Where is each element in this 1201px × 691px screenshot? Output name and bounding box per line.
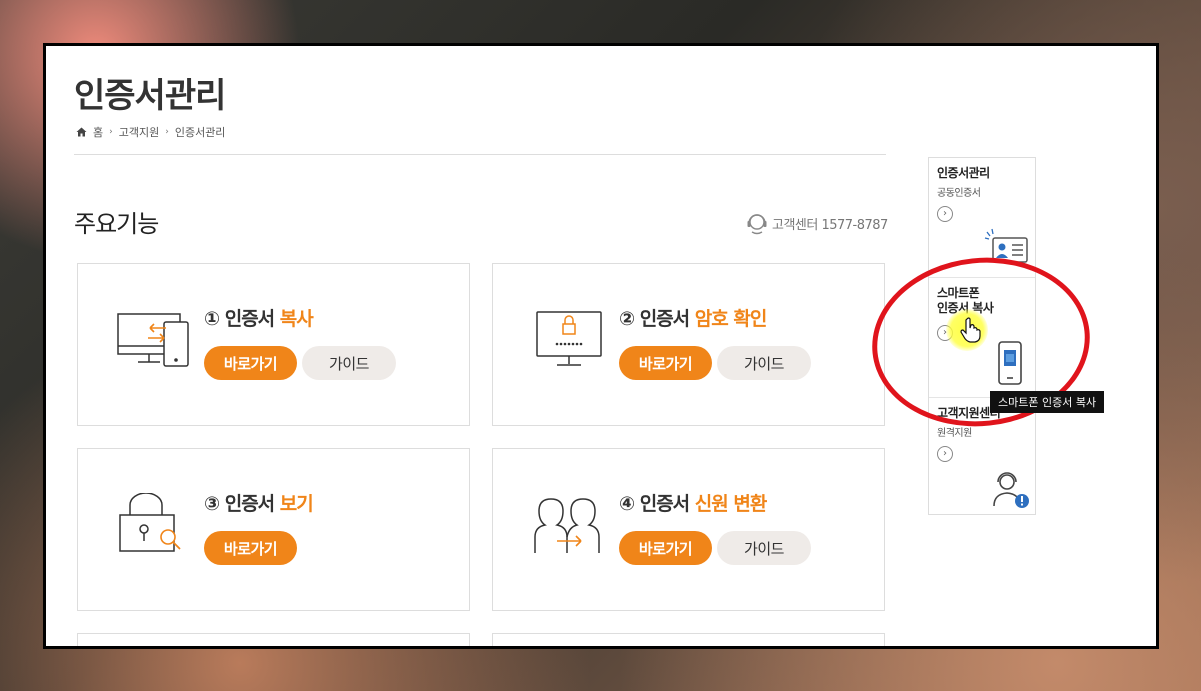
tooltip: 스마트폰 인증서 복사 [990, 391, 1105, 413]
card-title: ① 인증서 복사 [204, 308, 314, 330]
quick-menu-subtitle: 공동인증서 [937, 188, 981, 199]
customer-center: 고객센터 1577-8787 [744, 210, 888, 236]
card-partial [77, 633, 470, 646]
quick-menu-title: 인증서관리 [937, 166, 990, 180]
breadcrumb-current: 인증서관리 [174, 126, 226, 139]
lock-search-icon [119, 493, 181, 552]
customer-center-number: 고객센터 1577-8787 [772, 217, 888, 233]
monitor-transfer-icon [117, 313, 189, 367]
title-divider [74, 154, 886, 155]
breadcrumb: 홈 › 고객지원 › 인증서관리 [76, 124, 225, 140]
chevron-right-icon[interactable]: › [937, 446, 953, 462]
identity-change-guide-button[interactable]: 가이드 [717, 531, 811, 565]
copy-go-button[interactable]: 바로가기 [204, 346, 297, 380]
home-icon[interactable] [76, 127, 87, 137]
password-check-go-button[interactable]: 바로가기 [619, 346, 712, 380]
quick-menu-item-support-center[interactable]: 고객지원센터 원격지원 › [929, 398, 1035, 517]
breadcrumb-support[interactable]: 고객지원 [119, 124, 159, 140]
browser-screen: 인증서관리 홈 › 고객지원 › 인증서관리 주요기능 고객센터 1577-87… [43, 43, 1159, 649]
quick-menu-item-cert-management[interactable]: 인증서관리 공동인증서 › [929, 158, 1035, 278]
card-title: ④ 인증서 신원 변환 [619, 493, 767, 515]
headset-icon [747, 214, 767, 235]
page-title: 인증서관리 [74, 76, 226, 116]
card-password-check: ② 인증서 암호 확인 바로가기 가이드 [492, 263, 885, 426]
view-go-button[interactable]: 바로가기 [204, 531, 297, 565]
identity-change-go-button[interactable]: 바로가기 [619, 531, 712, 565]
section-title: 주요기능 [74, 210, 159, 238]
people-arrow-icon [534, 498, 600, 553]
card-title: ③ 인증서 보기 [204, 493, 314, 515]
hand-cursor-icon [960, 317, 981, 343]
support-agent-icon [993, 472, 1029, 508]
card-identity-change: ④ 인증서 신원 변환 바로가기 가이드 [492, 448, 885, 611]
card-view: ③ 인증서 보기 바로가기 [77, 448, 470, 611]
copy-guide-button[interactable]: 가이드 [302, 346, 396, 380]
card-partial [492, 633, 885, 646]
breadcrumb-separator-icon: › [109, 127, 113, 137]
password-check-guide-button[interactable]: 가이드 [717, 346, 811, 380]
breadcrumb-separator-icon: › [165, 127, 169, 137]
monitor-lock-icon [536, 311, 602, 366]
card-copy: ① 인증서 복사 바로가기 가이드 [77, 263, 470, 426]
card-title: ② 인증서 암호 확인 [619, 308, 767, 330]
smartphone-icon [998, 341, 1022, 385]
chevron-right-icon[interactable]: › [937, 206, 953, 222]
quick-menu-subtitle: 원격지원 [937, 428, 972, 439]
id-card-icon [984, 228, 1028, 263]
breadcrumb-home[interactable]: 홈 [93, 124, 103, 140]
